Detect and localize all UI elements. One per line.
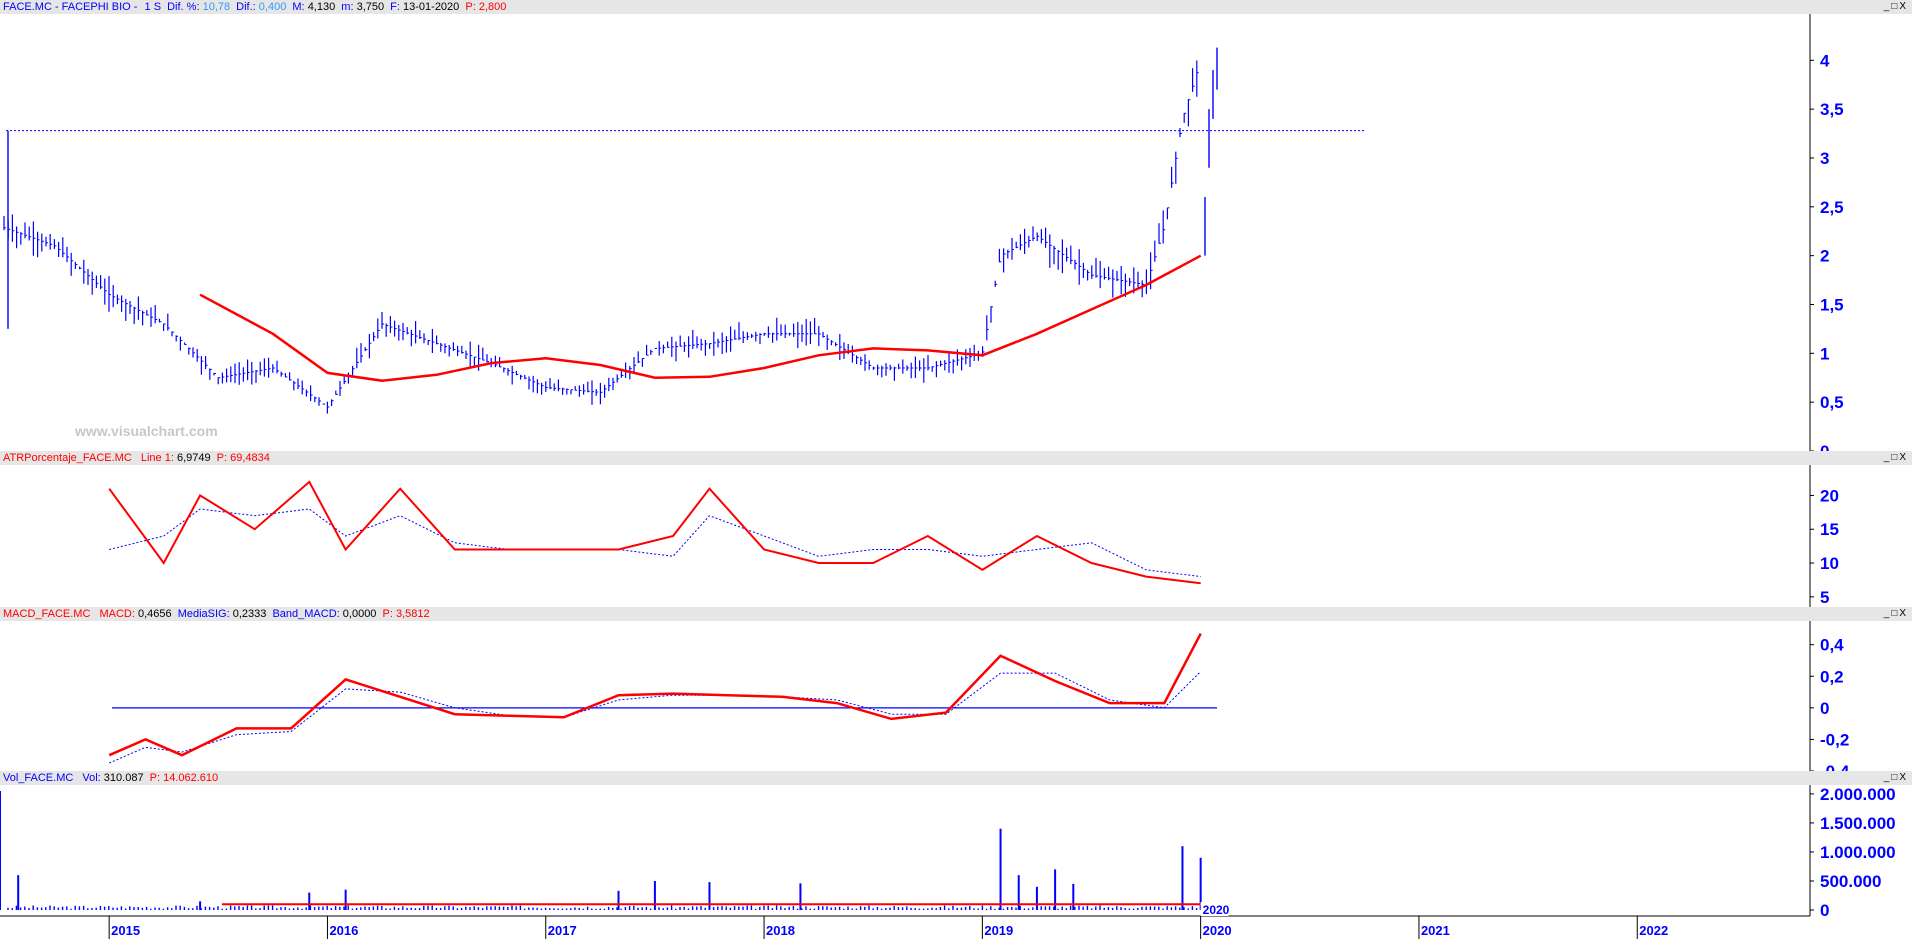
macd-tick-label: 0,2 <box>1820 667 1844 686</box>
price-tick-label: 1,5 <box>1820 295 1844 314</box>
x-axis-year-label: 2019 <box>984 923 1013 938</box>
vol-tick-label: 1.500.000 <box>1820 814 1896 833</box>
macd-tick-label: 0 <box>1820 699 1829 718</box>
volume-chart[interactable]: 2015 2016 2017 2018 2019 2020 2021 2022 2020 2.00… <box>0 771 1912 939</box>
price-tick-label: 0,5 <box>1820 393 1844 412</box>
x-axis-year-label: 2015 <box>111 923 140 938</box>
price-tick-label: 2,5 <box>1820 198 1844 217</box>
atr-signal-line <box>109 508 1201 578</box>
price-tick-label: 2 <box>1820 247 1829 266</box>
atr-line <box>108 480 1201 585</box>
vol-tick-label: 1.000.000 <box>1820 843 1896 862</box>
macd-tick-label: -0,4 <box>1820 762 1850 771</box>
x-axis-year-label: 2016 <box>329 923 358 938</box>
macd-pane[interactable]: MACD_FACE.MC MACD: 0,4656 MediaSIG: 0,23… <box>0 607 1912 771</box>
macd-tick-label: 0,4 <box>1820 636 1844 655</box>
atr-chart[interactable]: 20 15 10 5 <box>0 451 1912 607</box>
macd-chart[interactable]: 0,4 0,2 0 -0,2 -0,4 <box>0 607 1912 771</box>
macd-line <box>108 633 1202 757</box>
price-chart[interactable]: 4 3,5 3 2,5 2 1,5 1 0,5 0 <box>0 0 1912 451</box>
vol-tick-label: 500.000 <box>1820 872 1881 891</box>
price-tick-label: 1 <box>1820 344 1829 363</box>
watermark: www.visualchart.com <box>75 423 218 439</box>
atr-tick-label: 5 <box>1820 588 1829 607</box>
vol-tick-label: 2.000.000 <box>1820 785 1896 804</box>
x-axis-year-label: 2022 <box>1639 923 1668 938</box>
macd-signal-line <box>109 671 1202 764</box>
atr-pane[interactable]: ATRPorcentaje_FACE.MC Line 1: 6,9749 P: … <box>0 451 1912 607</box>
atr-tick-label: 15 <box>1820 520 1839 539</box>
x-axis-year-label: 2021 <box>1421 923 1450 938</box>
price-tick-label: 3 <box>1820 149 1829 168</box>
x-axis-year-label: 2017 <box>548 923 577 938</box>
atr-tick-label: 10 <box>1820 554 1839 573</box>
x-axis-year-label: 2018 <box>766 923 795 938</box>
moving-average-line <box>199 254 1202 382</box>
x-axis-year-label: 2020 <box>1203 923 1232 938</box>
price-pane[interactable]: FACE.MC - FACEPHI BIO - 1 S Dif. %: 10,7… <box>0 0 1912 451</box>
price-tick-label: 0 <box>1820 442 1829 451</box>
macd-tick-label: -0,2 <box>1820 730 1849 749</box>
price-tick-label: 4 <box>1820 51 1830 70</box>
volume-pane[interactable]: Vol_FACE.MC Vol: 310.087 P: 14.062.610 _… <box>0 771 1912 939</box>
atr-tick-label: 20 <box>1820 486 1839 505</box>
price-tick-label: 3,5 <box>1820 100 1844 119</box>
vol-tick-label: 0 <box>1820 901 1829 920</box>
current-year-label: 2020 <box>1203 903 1230 917</box>
